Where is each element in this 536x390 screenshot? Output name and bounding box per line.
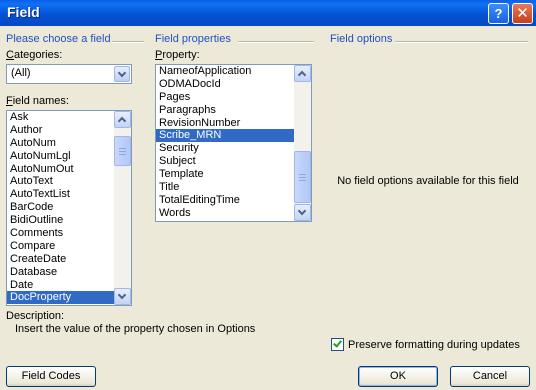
field-names-scrollbar[interactable] (114, 111, 131, 305)
separator (395, 41, 528, 43)
chevron-up-icon (117, 116, 127, 126)
list-item[interactable]: Pages (156, 91, 311, 104)
list-item[interactable]: Compare (7, 240, 131, 253)
no-options-message: No field options available for this fiel… (337, 175, 519, 187)
list-item[interactable]: Ask (7, 111, 131, 124)
description-text: Insert the value of the property chosen … (15, 323, 256, 335)
list-item[interactable]: TotalEditingTime (156, 194, 311, 207)
field-codes-button[interactable]: Field Codes (6, 366, 96, 387)
property-label-text: roperty: (162, 49, 200, 61)
preserve-formatting-checkbox[interactable] (331, 338, 344, 351)
field-names-label-text: ield names: (12, 95, 69, 107)
field-names-list[interactable]: Ask Author AutoNum AutoNumLgl AutoNumOut Auto… (6, 110, 132, 306)
chevron-down-icon (297, 206, 307, 216)
window-title: Field (7, 4, 40, 20)
scroll-up-button[interactable] (294, 65, 311, 82)
categories-label: Categories: (6, 49, 63, 61)
list-item[interactable]: Security (156, 142, 311, 155)
dropdown-button[interactable] (114, 66, 130, 82)
list-item[interactable]: Subject (156, 155, 311, 168)
close-button[interactable]: ✕ (512, 3, 533, 24)
scroll-up-button[interactable] (114, 111, 131, 128)
property-list[interactable]: NameofApplication ODMADocId Pages Paragraph… (155, 64, 312, 222)
scroll-down-button[interactable] (114, 288, 131, 305)
help-button[interactable]: ? (488, 3, 509, 24)
list-item[interactable]: Words (156, 207, 311, 220)
categories-dropdown[interactable]: (All) (6, 64, 132, 84)
list-item[interactable]: ODMADocId (156, 78, 311, 91)
property-label: Property: (155, 49, 200, 61)
list-item[interactable]: BidiOutline (7, 214, 131, 227)
scroll-down-button[interactable] (294, 204, 311, 221)
list-item[interactable]: Date (7, 279, 131, 292)
list-item[interactable]: Author (7, 124, 131, 137)
ok-button[interactable]: OK (358, 366, 438, 387)
list-item[interactable]: Title (156, 181, 311, 194)
list-item[interactable]: Comments (7, 227, 131, 240)
chevron-down-icon (117, 68, 127, 78)
list-item[interactable]: RevisionNumber (156, 117, 311, 130)
list-item[interactable]: Database (7, 266, 131, 279)
list-item[interactable]: AutoNumOut (7, 163, 131, 176)
separator (238, 41, 314, 43)
list-item[interactable]: AutoNum (7, 137, 131, 150)
help-icon: ? (494, 6, 503, 21)
list-item[interactable]: AutoTextList (7, 188, 131, 201)
property-scrollbar[interactable] (294, 65, 311, 221)
list-item[interactable]: Paragraphs (156, 104, 311, 117)
chevron-up-icon (297, 70, 307, 80)
list-item[interactable]: AutoNumLgl (7, 150, 131, 163)
title-bar: Field ? ✕ (0, 0, 536, 26)
list-item[interactable]: DocProperty (7, 291, 131, 305)
close-icon: ✕ (516, 5, 529, 22)
list-item[interactable]: Template (156, 168, 311, 181)
scroll-thumb[interactable] (294, 151, 311, 203)
list-item[interactable]: NameofApplication (156, 65, 311, 78)
chevron-down-icon (117, 290, 127, 300)
field-names-label: Field names: (6, 95, 69, 107)
field-properties-heading: Field properties (155, 33, 231, 45)
cancel-button[interactable]: Cancel (450, 366, 530, 387)
scroll-thumb[interactable] (114, 136, 131, 166)
checkmark-icon (333, 338, 342, 348)
categories-label-text: ategories: (13, 49, 63, 61)
list-item[interactable]: AutoText (7, 175, 131, 188)
preserve-formatting-label[interactable]: Preserve formatting during updates (348, 339, 520, 351)
field-options-heading: Field options (330, 33, 393, 45)
list-item[interactable]: BarCode (7, 201, 131, 214)
separator (112, 41, 144, 43)
description-label: Description: (6, 310, 65, 322)
list-item[interactable]: CreateDate (7, 253, 131, 266)
list-item[interactable]: Scribe_MRN (156, 129, 311, 143)
categories-value: (All) (11, 67, 31, 79)
choose-field-heading: Please choose a field (6, 33, 111, 45)
